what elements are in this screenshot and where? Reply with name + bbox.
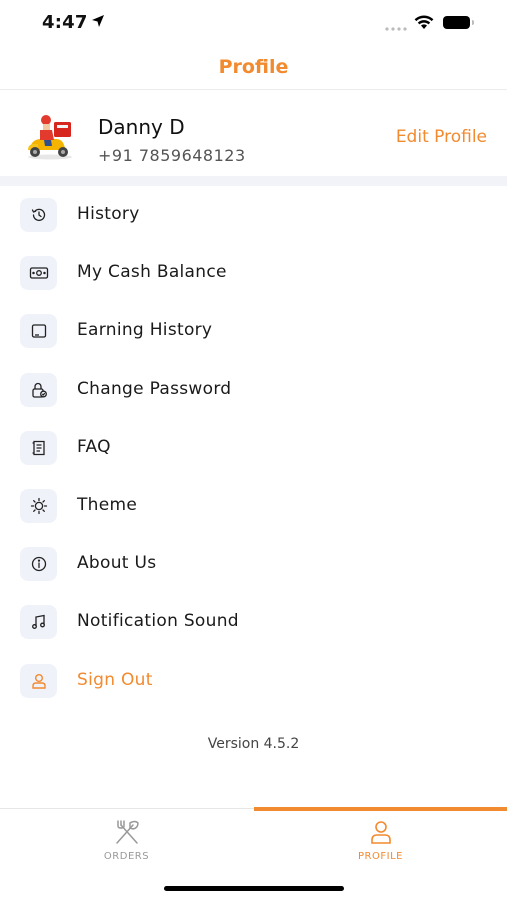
tab-profile[interactable]: PROFILE bbox=[254, 819, 507, 862]
tablet-icon bbox=[20, 314, 57, 349]
avatar bbox=[28, 115, 72, 160]
profile-menu: History My Cash Balance Earning History bbox=[0, 186, 507, 710]
tab-label: ORDERS bbox=[103, 851, 150, 862]
status-time: 4:47 bbox=[42, 12, 88, 33]
home-indicator bbox=[164, 886, 344, 891]
lock-icon bbox=[20, 372, 57, 407]
location-arrow-icon bbox=[92, 15, 104, 27]
info-icon bbox=[20, 547, 57, 582]
menu-item-notification-sound[interactable]: Notification Sound bbox=[0, 593, 507, 651]
cash-icon bbox=[20, 256, 57, 291]
menu-label: Change Password bbox=[77, 378, 232, 399]
menu-item-theme[interactable]: Theme bbox=[0, 477, 507, 535]
active-tab-indicator bbox=[254, 807, 507, 811]
sun-icon bbox=[20, 488, 57, 523]
user-name: Danny D bbox=[98, 115, 185, 139]
app-version: Version 4.5.2 bbox=[207, 736, 300, 752]
section-divider bbox=[0, 176, 507, 186]
music-note-icon bbox=[20, 605, 57, 640]
menu-label: History bbox=[77, 204, 140, 224]
menu-item-change-password[interactable]: Change Password bbox=[0, 361, 507, 419]
user-icon bbox=[20, 663, 57, 698]
tab-label: PROFILE bbox=[358, 851, 403, 862]
fork-knife-icon bbox=[115, 820, 139, 844]
menu-item-faq[interactable]: FAQ bbox=[0, 419, 507, 477]
menu-label: Earning History bbox=[77, 320, 213, 341]
menu-label: FAQ bbox=[77, 436, 111, 457]
edit-profile-button[interactable]: Edit Profile bbox=[396, 127, 487, 147]
menu-label: My Cash Balance bbox=[77, 262, 227, 283]
menu-item-history[interactable]: History bbox=[0, 186, 507, 244]
menu-label: Sign Out bbox=[77, 669, 153, 690]
app-header: Profile bbox=[0, 46, 507, 90]
wifi-icon bbox=[414, 15, 434, 29]
menu-item-about-us[interactable]: About Us bbox=[0, 535, 507, 593]
menu-item-cash-balance[interactable]: My Cash Balance bbox=[0, 244, 507, 302]
user-phone: +91 7859648123 bbox=[98, 146, 246, 165]
menu-label: Notification Sound bbox=[77, 611, 239, 632]
menu-label: About Us bbox=[77, 553, 157, 574]
menu-item-sign-out[interactable]: Sign Out bbox=[0, 652, 507, 710]
battery-icon bbox=[443, 16, 474, 29]
tab-orders[interactable]: ORDERS bbox=[0, 819, 253, 862]
status-bar: 4:47 bbox=[0, 0, 507, 46]
menu-item-earning-history[interactable]: Earning History bbox=[0, 302, 507, 360]
page-title: Profile bbox=[218, 56, 289, 78]
profile-screen: 4:47 Profile Danny D +91 7859648123 Edit… bbox=[0, 0, 507, 900]
profile-card: Danny D +91 7859648123 Edit Profile bbox=[0, 90, 507, 176]
history-icon bbox=[20, 198, 57, 232]
menu-label: Theme bbox=[77, 494, 138, 515]
document-icon bbox=[20, 430, 57, 465]
user-icon bbox=[370, 821, 391, 844]
signal-dots-icon bbox=[385, 27, 407, 31]
